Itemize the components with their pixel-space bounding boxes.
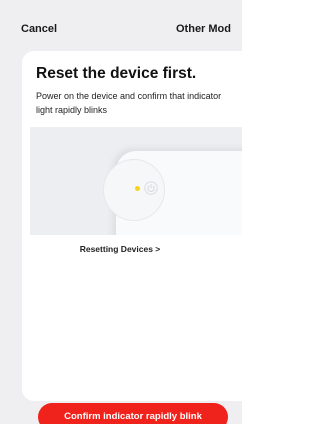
indicator-light-icon [135, 186, 140, 191]
cancel-button[interactable]: Cancel [21, 23, 57, 35]
other-mode-button[interactable]: Other Mod [176, 23, 231, 35]
confirm-blink-button[interactable]: Confirm indicator rapidly blink [38, 403, 228, 424]
page-title: Reset the device first. [36, 65, 197, 82]
power-icon [144, 181, 158, 195]
device-illustration [30, 127, 242, 235]
reset-instructions-card: Reset the device first. Power on the dev… [22, 51, 242, 424]
reset-device-screen: Cancel Other Mod Reset the device first.… [0, 0, 242, 424]
top-bar: Cancel Other Mod [0, 0, 242, 44]
instruction-text: Power on the device and confirm that ind… [36, 91, 222, 115]
resetting-devices-link[interactable]: Resetting Devices > [22, 244, 218, 254]
